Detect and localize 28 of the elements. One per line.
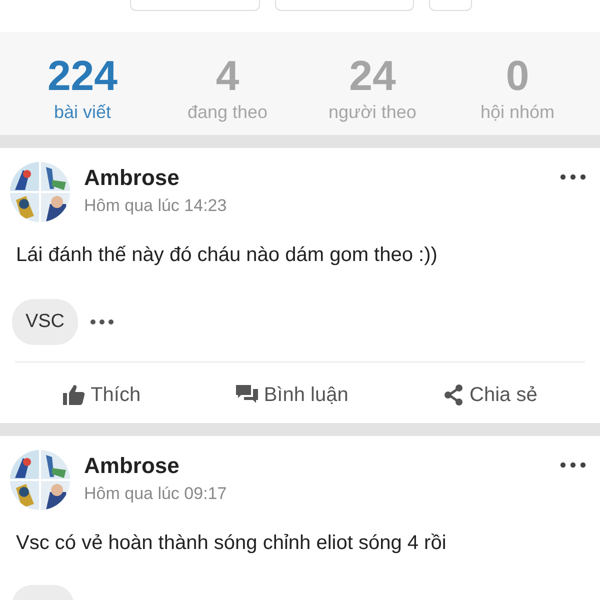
more-icon[interactable]	[560, 462, 586, 468]
author-name[interactable]: Ambrose	[84, 453, 546, 479]
stat-count: 224	[47, 52, 118, 100]
stat-tab[interactable]: 224 bài viết	[12, 32, 152, 135]
profile-button[interactable]	[130, 0, 260, 11]
profile-button[interactable]	[275, 0, 414, 11]
post-text: Vsc có vẻ hoàn thành sóng chỉnh eliot sóng 4 rồi	[15, 531, 448, 555]
more-icon[interactable]	[90, 319, 114, 325]
post-time: Hôm qua lúc 14:23	[84, 196, 228, 216]
tag-chip[interactable]: VSC	[12, 299, 78, 345]
stat-count: 4	[216, 52, 240, 100]
post-text: Lái đánh thế này đó cháu nào dám gom theo :))	[15, 243, 438, 267]
stat-count: 0	[506, 52, 530, 100]
comment-button[interactable]: Bình luận	[236, 384, 348, 406]
more-button[interactable]	[429, 0, 472, 11]
author-name[interactable]: Ambrose	[84, 165, 546, 191]
stat-count: 24	[349, 52, 396, 100]
share-icon	[444, 384, 464, 406]
stat-label: đang theo	[187, 102, 268, 123]
like-button[interactable]: Thích	[62, 384, 141, 406]
stat-label: bài viết	[54, 102, 112, 123]
thumbs-up-icon	[62, 385, 85, 405]
chat-icon	[236, 385, 258, 405]
post-time: Hôm qua lúc 09:17	[84, 484, 228, 504]
stat-label: người theo	[328, 102, 416, 123]
share-button[interactable]: Chia sẻ	[444, 384, 538, 406]
stat-label: hội nhóm	[480, 102, 555, 123]
more-icon[interactable]	[560, 174, 586, 180]
